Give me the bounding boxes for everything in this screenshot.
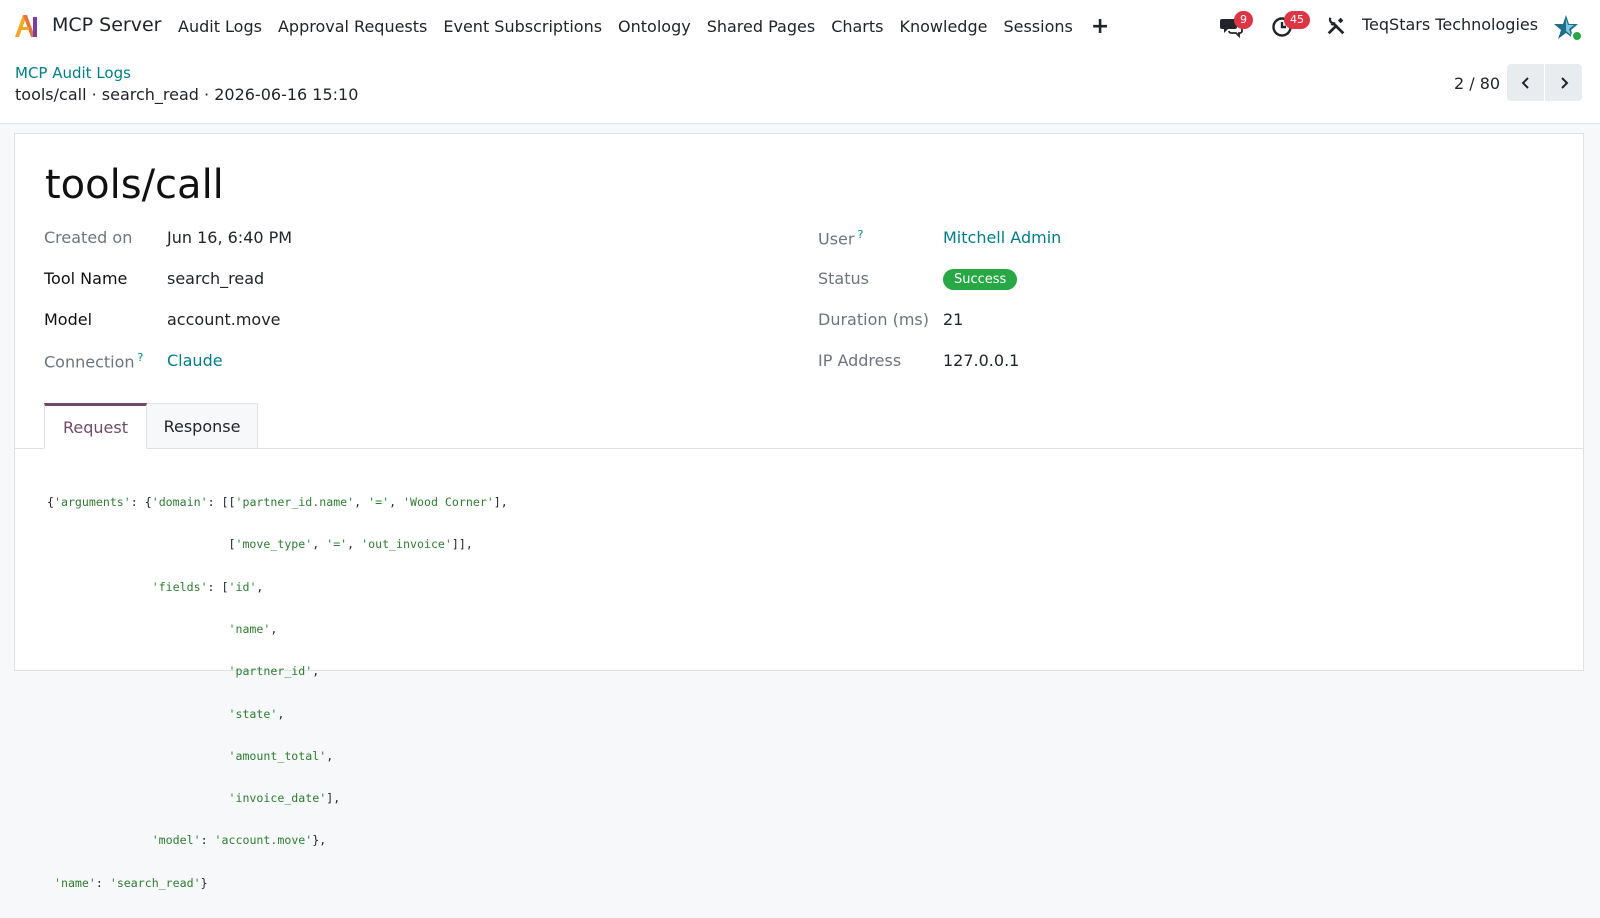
ip-address-value: 127.0.0.1	[943, 351, 1020, 370]
request-code-block[interactable]: {'arguments': {'domain': [['partner_id.n…	[47, 467, 508, 918]
user-help-icon[interactable]: ?	[857, 228, 863, 241]
code-line: 'model': 'account.move'},	[151, 833, 327, 848]
user-label-text: User	[818, 229, 855, 249]
pager-value[interactable]: 2 / 80	[1454, 74, 1500, 93]
tool-name-label: Tool Name	[44, 269, 128, 288]
duration-label: Duration (ms)	[818, 310, 929, 329]
chevron-left-icon	[1521, 76, 1529, 89]
menu-sessions[interactable]: Sessions	[1003, 17, 1072, 36]
code-line: 'invoice_date'],	[228, 791, 341, 806]
debug-tools-icon[interactable]	[1325, 15, 1347, 37]
tool-name-value: search_read	[167, 269, 265, 288]
code-line: ['move_type', '=', 'out_invoice']],	[47, 537, 473, 552]
code-line: 'name': 'search_read'}	[53, 875, 208, 890]
duration-value: 21	[943, 310, 964, 329]
connection-help-icon[interactable]: ?	[138, 351, 144, 364]
menu-charts[interactable]: Charts	[831, 17, 883, 36]
tab-request[interactable]: Request	[44, 403, 147, 449]
connection-label-text: Connection	[44, 352, 135, 372]
model-label: Model	[44, 310, 93, 329]
breadcrumb-current: tools/call · search_read · 2026-06-16 15…	[15, 85, 359, 104]
top-navbar: MCP Server Audit Logs Approval Requests …	[0, 0, 1600, 52]
control-panel: MCP Audit Logs tools/call · search_read …	[0, 52, 1600, 124]
pager-next-button[interactable]	[1545, 64, 1582, 101]
menu-shared-pages[interactable]: Shared Pages	[707, 17, 815, 36]
record-title: tools/call	[45, 162, 224, 208]
app-name[interactable]: MCP Server	[52, 14, 161, 36]
add-menu-button[interactable]: +	[1091, 14, 1109, 39]
activities-badge: 45	[1284, 11, 1310, 29]
main-menu: Audit Logs Approval Requests Event Subsc…	[170, 0, 1117, 52]
model-value: account.move	[167, 310, 281, 329]
created-on-value: Jun 16, 6:40 PM	[167, 228, 293, 247]
code-line: {'arguments': {'domain': [['partner_id.n…	[47, 495, 508, 510]
messages-badge: 9	[1234, 11, 1253, 29]
app-logo-icon[interactable]	[13, 13, 41, 39]
menu-ontology[interactable]: Ontology	[618, 17, 691, 36]
ip-address-label: IP Address	[818, 351, 902, 370]
status-label: Status	[818, 269, 869, 288]
company-switcher[interactable]: TeqStars Technologies	[1362, 15, 1538, 34]
menu-approval-requests[interactable]: Approval Requests	[278, 17, 427, 36]
tab-response[interactable]: Response	[147, 403, 258, 449]
status-badge: Success	[943, 269, 1018, 290]
connection-label: Connection?	[44, 351, 143, 371]
online-status-dot	[1571, 30, 1583, 42]
chevron-right-icon	[1560, 76, 1568, 89]
code-line: 'amount_total',	[228, 748, 334, 763]
code-line: 'name',	[228, 622, 278, 637]
user-label: User?	[818, 228, 863, 248]
code-line: 'partner_id',	[228, 664, 320, 679]
code-line: 'fields': ['id',	[151, 579, 264, 594]
menu-event-subscriptions[interactable]: Event Subscriptions	[443, 17, 602, 36]
created-on-label: Created on	[44, 228, 133, 247]
form-sheet: tools/call Created on Jun 16, 6:40 PM To…	[14, 133, 1584, 890]
breadcrumb-parent-link[interactable]: MCP Audit Logs	[15, 64, 131, 82]
connection-link[interactable]: Claude	[167, 351, 223, 370]
menu-knowledge[interactable]: Knowledge	[900, 17, 988, 36]
pager-previous-button[interactable]	[1507, 64, 1544, 101]
menu-audit-logs[interactable]: Audit Logs	[178, 17, 262, 36]
user-link[interactable]: Mitchell Admin	[943, 228, 1061, 247]
code-line: 'state',	[228, 706, 285, 721]
